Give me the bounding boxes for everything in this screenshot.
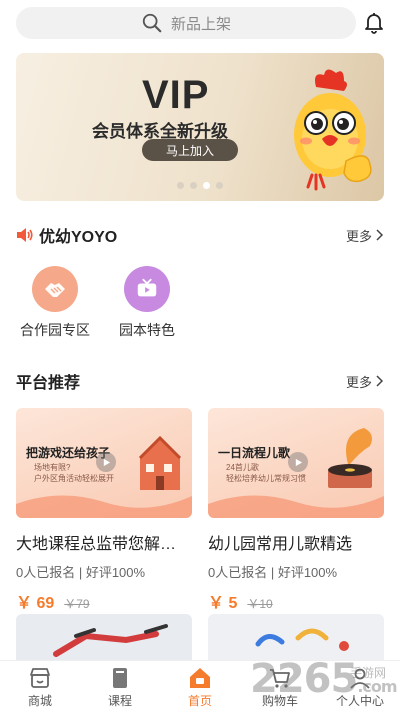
handshake-icon — [32, 266, 78, 312]
tab-label: 商城 — [27, 694, 52, 708]
search-icon — [142, 13, 162, 33]
chevron-right-icon — [376, 229, 384, 241]
course-old-price: ￥10 — [247, 597, 273, 611]
bell-icon[interactable] — [362, 10, 386, 34]
chick-mascot-icon — [294, 69, 372, 191]
quick-link-features[interactable]: 园本特色 — [102, 266, 192, 340]
play-icon — [288, 452, 308, 472]
watermark-text: 2265 — [250, 656, 358, 702]
banner-join-button[interactable]: 马上加入 — [142, 139, 238, 161]
quick-link-partner[interactable]: 合作园专区 — [10, 266, 100, 340]
price-row: ￥ 5 ￥10 — [208, 589, 384, 613]
tab-home[interactable]: 首页 — [160, 661, 240, 711]
pagination-dot[interactable] — [177, 182, 184, 189]
course-price: ￥ 69 — [16, 595, 55, 612]
course-card[interactable]: 把游戏还给孩子 场地有限? 户外区角活动轻松展开 大地课程总监带您解… 0人已报… — [16, 408, 192, 613]
youyo-more-link[interactable]: 更多 — [346, 226, 384, 245]
speaker-icon — [17, 228, 33, 242]
course-meta: 0人已报名 | 好评100% — [208, 565, 338, 580]
banner-title: VIP — [142, 73, 210, 117]
course-name: 幼儿园常用儿歌精选 — [208, 536, 353, 553]
tab-label: 首页 — [187, 694, 212, 708]
price-row: ￥ 69 ￥79 — [16, 589, 192, 613]
course-thumbnail: 一日流程儿歌 24首儿歌 轻松培养幼儿常规习惯 — [208, 408, 384, 518]
course-card[interactable]: 一日流程儿歌 24首儿歌 轻松培养幼儿常规习惯 幼儿园常用儿歌精选 0人已报名 … — [208, 408, 384, 613]
pagination-dot[interactable] — [190, 182, 197, 189]
course-meta: 0人已报名 | 好评100% — [16, 565, 146, 580]
thumb-title: 一日流程儿歌 — [218, 446, 291, 460]
course-price: ￥ 5 — [208, 595, 238, 612]
quick-link-label: 园本特色 — [119, 322, 175, 338]
course-name: 大地课程总监带您解… — [16, 536, 177, 553]
tab-label: 课程 — [107, 694, 132, 708]
watermark-sub: 手游网 — [350, 666, 387, 680]
pagination-dot[interactable] — [216, 182, 223, 189]
search-placeholder: 新品上架 — [170, 15, 231, 33]
tv-icon — [124, 266, 170, 312]
toy-illustration-icon — [255, 628, 349, 651]
course-card-partial[interactable] — [16, 614, 192, 660]
course-thumbnail: 把游戏还给孩子 场地有限? 户外区角活动轻松展开 — [16, 408, 192, 518]
recommend-title: 平台推荐 — [16, 375, 81, 392]
book-icon — [113, 668, 127, 688]
recommend-more-link[interactable]: 更多 — [346, 372, 384, 391]
play-icon — [96, 452, 116, 472]
bicycle-illustration-icon — [53, 624, 168, 657]
recommend-section-header: 平台推荐 更多 — [16, 370, 384, 392]
banner-pagination — [16, 182, 384, 189]
shop-icon — [30, 668, 50, 688]
promo-banner[interactable]: VIP 会员体系全新升级 马上加入 — [16, 53, 384, 201]
course-old-price: ￥79 — [64, 597, 90, 611]
thumb-sub-line: 户外区角活动轻松展开 — [34, 474, 114, 483]
youyo-title: 优幼YOYO — [39, 229, 118, 246]
tab-shop[interactable]: 商城 — [0, 661, 80, 711]
thumb-sub-line: 轻松培养幼儿常规习惯 — [226, 474, 306, 483]
pagination-dot[interactable] — [203, 182, 210, 189]
home-icon — [190, 668, 210, 688]
more-label: 更多 — [345, 228, 372, 244]
search-bar[interactable]: 新品上架 — [16, 7, 356, 39]
wave-decoration — [208, 495, 384, 518]
youyo-section-header: 优幼YOYO 更多 — [16, 224, 384, 246]
quick-link-label: 合作园专区 — [20, 322, 90, 338]
tab-courses[interactable]: 课程 — [80, 661, 160, 711]
wave-decoration — [16, 495, 192, 518]
chevron-right-icon — [376, 375, 384, 387]
more-label: 更多 — [345, 374, 372, 390]
course-card-partial[interactable] — [208, 614, 384, 660]
